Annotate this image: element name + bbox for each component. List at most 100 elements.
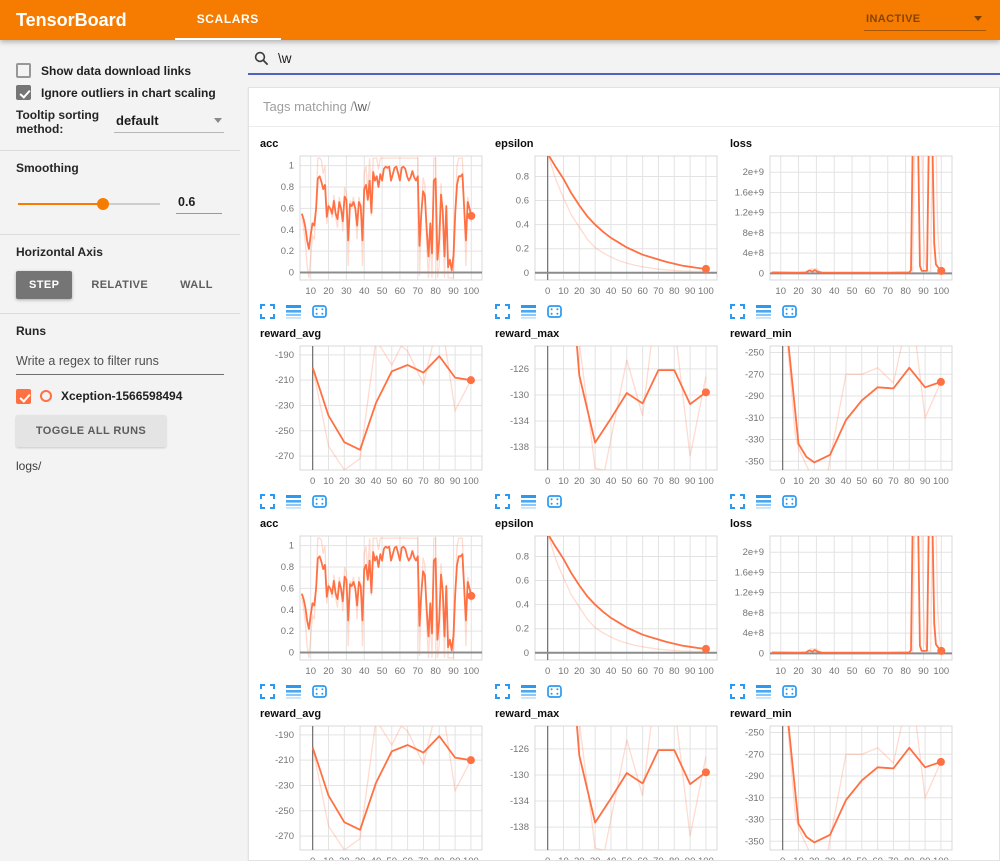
show-download-links-row[interactable]: Show data download links <box>16 63 224 78</box>
svg-text:80: 80 <box>434 476 445 487</box>
chart-plot-reward_avg[interactable]: 0102030405060708090100-190-210-230-250-2… <box>256 720 488 861</box>
smoothing-value-input[interactable]: 0.6 <box>176 193 222 214</box>
axis-button-relative[interactable]: RELATIVE <box>78 271 161 299</box>
chart-plot-acc[interactable]: 10203040506070809010000.20.40.60.81 <box>256 150 488 302</box>
expand-chart-icon[interactable] <box>730 684 745 699</box>
log-scale-icon[interactable] <box>286 304 301 319</box>
svg-text:100: 100 <box>933 856 949 861</box>
svg-text:70: 70 <box>418 856 429 861</box>
svg-text:0.4: 0.4 <box>281 225 294 236</box>
svg-text:2e+9: 2e+9 <box>743 167 764 178</box>
svg-text:70: 70 <box>653 666 664 677</box>
log-scale-icon[interactable] <box>521 304 536 319</box>
scalar-card-acc: acc10203040506070809010000.20.40.60.81 <box>256 133 491 321</box>
chart-plot-epsilon[interactable]: 010203040506070809010000.20.40.60.8 <box>491 150 723 302</box>
runs-filter-input[interactable] <box>16 350 224 375</box>
expand-chart-icon[interactable] <box>495 304 510 319</box>
svg-text:0: 0 <box>780 476 785 487</box>
svg-text:100: 100 <box>463 666 479 677</box>
svg-text:90: 90 <box>448 286 459 297</box>
tooltip-sorting-select[interactable]: default <box>114 111 224 133</box>
log-scale-icon[interactable] <box>756 304 771 319</box>
chevron-down-icon <box>974 16 982 21</box>
expand-chart-icon[interactable] <box>260 304 275 319</box>
log-scale-icon[interactable] <box>521 684 536 699</box>
tab-scalars[interactable]: SCALARS <box>175 0 281 40</box>
run-color-circle[interactable] <box>40 390 52 402</box>
fit-domain-icon[interactable] <box>782 304 797 319</box>
tag-search-input[interactable] <box>278 51 578 66</box>
axis-button-wall[interactable]: WALL <box>167 271 226 299</box>
log-scale-icon[interactable] <box>286 494 301 509</box>
log-scale-icon[interactable] <box>756 684 771 699</box>
ignore-outliers-row[interactable]: Ignore outliers in chart scaling <box>16 85 224 100</box>
svg-text:100: 100 <box>463 476 479 487</box>
svg-text:10: 10 <box>558 286 569 297</box>
fit-domain-icon[interactable] <box>782 684 797 699</box>
toggle-all-runs-button[interactable]: TOGGLE ALL RUNS <box>16 415 166 447</box>
chart-plot-reward_min[interactable]: 0102030405060708090100-250-270-290-310-3… <box>726 720 958 861</box>
expand-chart-icon[interactable] <box>260 684 275 699</box>
chart-plot-epsilon[interactable]: 010203040506070809010000.20.40.60.8 <box>491 530 723 682</box>
horizontal-axis-buttons: STEP RELATIVE WALL <box>16 271 224 299</box>
expand-chart-icon[interactable] <box>495 684 510 699</box>
svg-text:-290: -290 <box>745 391 764 402</box>
run-name: Xception-1566598494 <box>61 389 201 405</box>
content: Show data download links Ignore outliers… <box>0 40 1000 861</box>
fit-domain-icon[interactable] <box>312 684 327 699</box>
fit-domain-icon[interactable] <box>782 494 797 509</box>
scalar-card-reward_avg: reward_avg0102030405060708090100-190-210… <box>256 703 491 861</box>
expand-chart-icon[interactable] <box>730 304 745 319</box>
smoothing-slider[interactable] <box>18 203 160 205</box>
smoothing-slider-thumb[interactable] <box>97 198 109 210</box>
svg-text:0: 0 <box>545 856 550 861</box>
app-header: TensorBoard SCALARS INACTIVE <box>0 0 1000 40</box>
svg-text:0: 0 <box>545 286 550 297</box>
expand-chart-icon[interactable] <box>730 494 745 509</box>
svg-text:-230: -230 <box>275 400 294 411</box>
fit-domain-icon[interactable] <box>547 684 562 699</box>
chart-plot-reward_max[interactable]: 0102030405060708090100-126-130-134-138 <box>491 340 723 492</box>
expand-chart-icon[interactable] <box>495 494 510 509</box>
svg-text:60: 60 <box>865 286 876 297</box>
svg-text:70: 70 <box>653 286 664 297</box>
fit-domain-icon[interactable] <box>312 494 327 509</box>
chart-plot-loss[interactable]: 10203040506070809010004e+88e+81.2e+91.6e… <box>726 150 958 302</box>
svg-text:40: 40 <box>841 476 852 487</box>
svg-text:60: 60 <box>395 286 406 297</box>
fit-domain-icon[interactable] <box>547 304 562 319</box>
svg-text:1.6e+9: 1.6e+9 <box>735 567 764 578</box>
tags-card: Tags matching /\w/ acc102030405060708090… <box>248 87 1000 861</box>
svg-text:-330: -330 <box>745 815 764 826</box>
svg-text:80: 80 <box>434 856 445 861</box>
fit-domain-icon[interactable] <box>312 304 327 319</box>
fit-domain-icon[interactable] <box>547 494 562 509</box>
ignore-outliers-checkbox[interactable] <box>16 85 31 100</box>
log-scale-icon[interactable] <box>286 684 301 699</box>
svg-text:0.4: 0.4 <box>516 220 529 231</box>
svg-text:-138: -138 <box>510 442 529 453</box>
chart-plot-loss[interactable]: 10203040506070809010004e+88e+81.2e+91.6e… <box>726 530 958 682</box>
log-scale-icon[interactable] <box>521 494 536 509</box>
axis-button-step[interactable]: STEP <box>16 271 72 299</box>
run-checkbox[interactable] <box>16 389 31 404</box>
chart-plot-reward_max[interactable]: 0102030405060708090100-126-130-134-138 <box>491 720 723 861</box>
status-dropdown[interactable]: INACTIVE <box>864 10 986 31</box>
svg-text:30: 30 <box>355 476 366 487</box>
svg-text:90: 90 <box>685 476 696 487</box>
smoothing-slider-row: 0.6 <box>18 193 222 214</box>
svg-text:80: 80 <box>900 666 911 677</box>
log-scale-icon[interactable] <box>756 494 771 509</box>
svg-text:10: 10 <box>558 666 569 677</box>
chart-plot-acc[interactable]: 10203040506070809010000.20.40.60.81 <box>256 530 488 682</box>
svg-text:1.2e+9: 1.2e+9 <box>735 588 764 599</box>
chart-plot-reward_min[interactable]: 0102030405060708090100-250-270-290-310-3… <box>726 340 958 492</box>
run-list-item[interactable]: Xception-1566598494 <box>16 389 224 405</box>
svg-text:40: 40 <box>359 286 370 297</box>
show-download-links-checkbox[interactable] <box>16 63 31 78</box>
svg-text:30: 30 <box>341 286 352 297</box>
svg-text:-210: -210 <box>275 375 294 386</box>
expand-chart-icon[interactable] <box>260 494 275 509</box>
chart-plot-reward_avg[interactable]: 0102030405060708090100-190-210-230-250-2… <box>256 340 488 492</box>
chart-actions <box>491 492 726 511</box>
